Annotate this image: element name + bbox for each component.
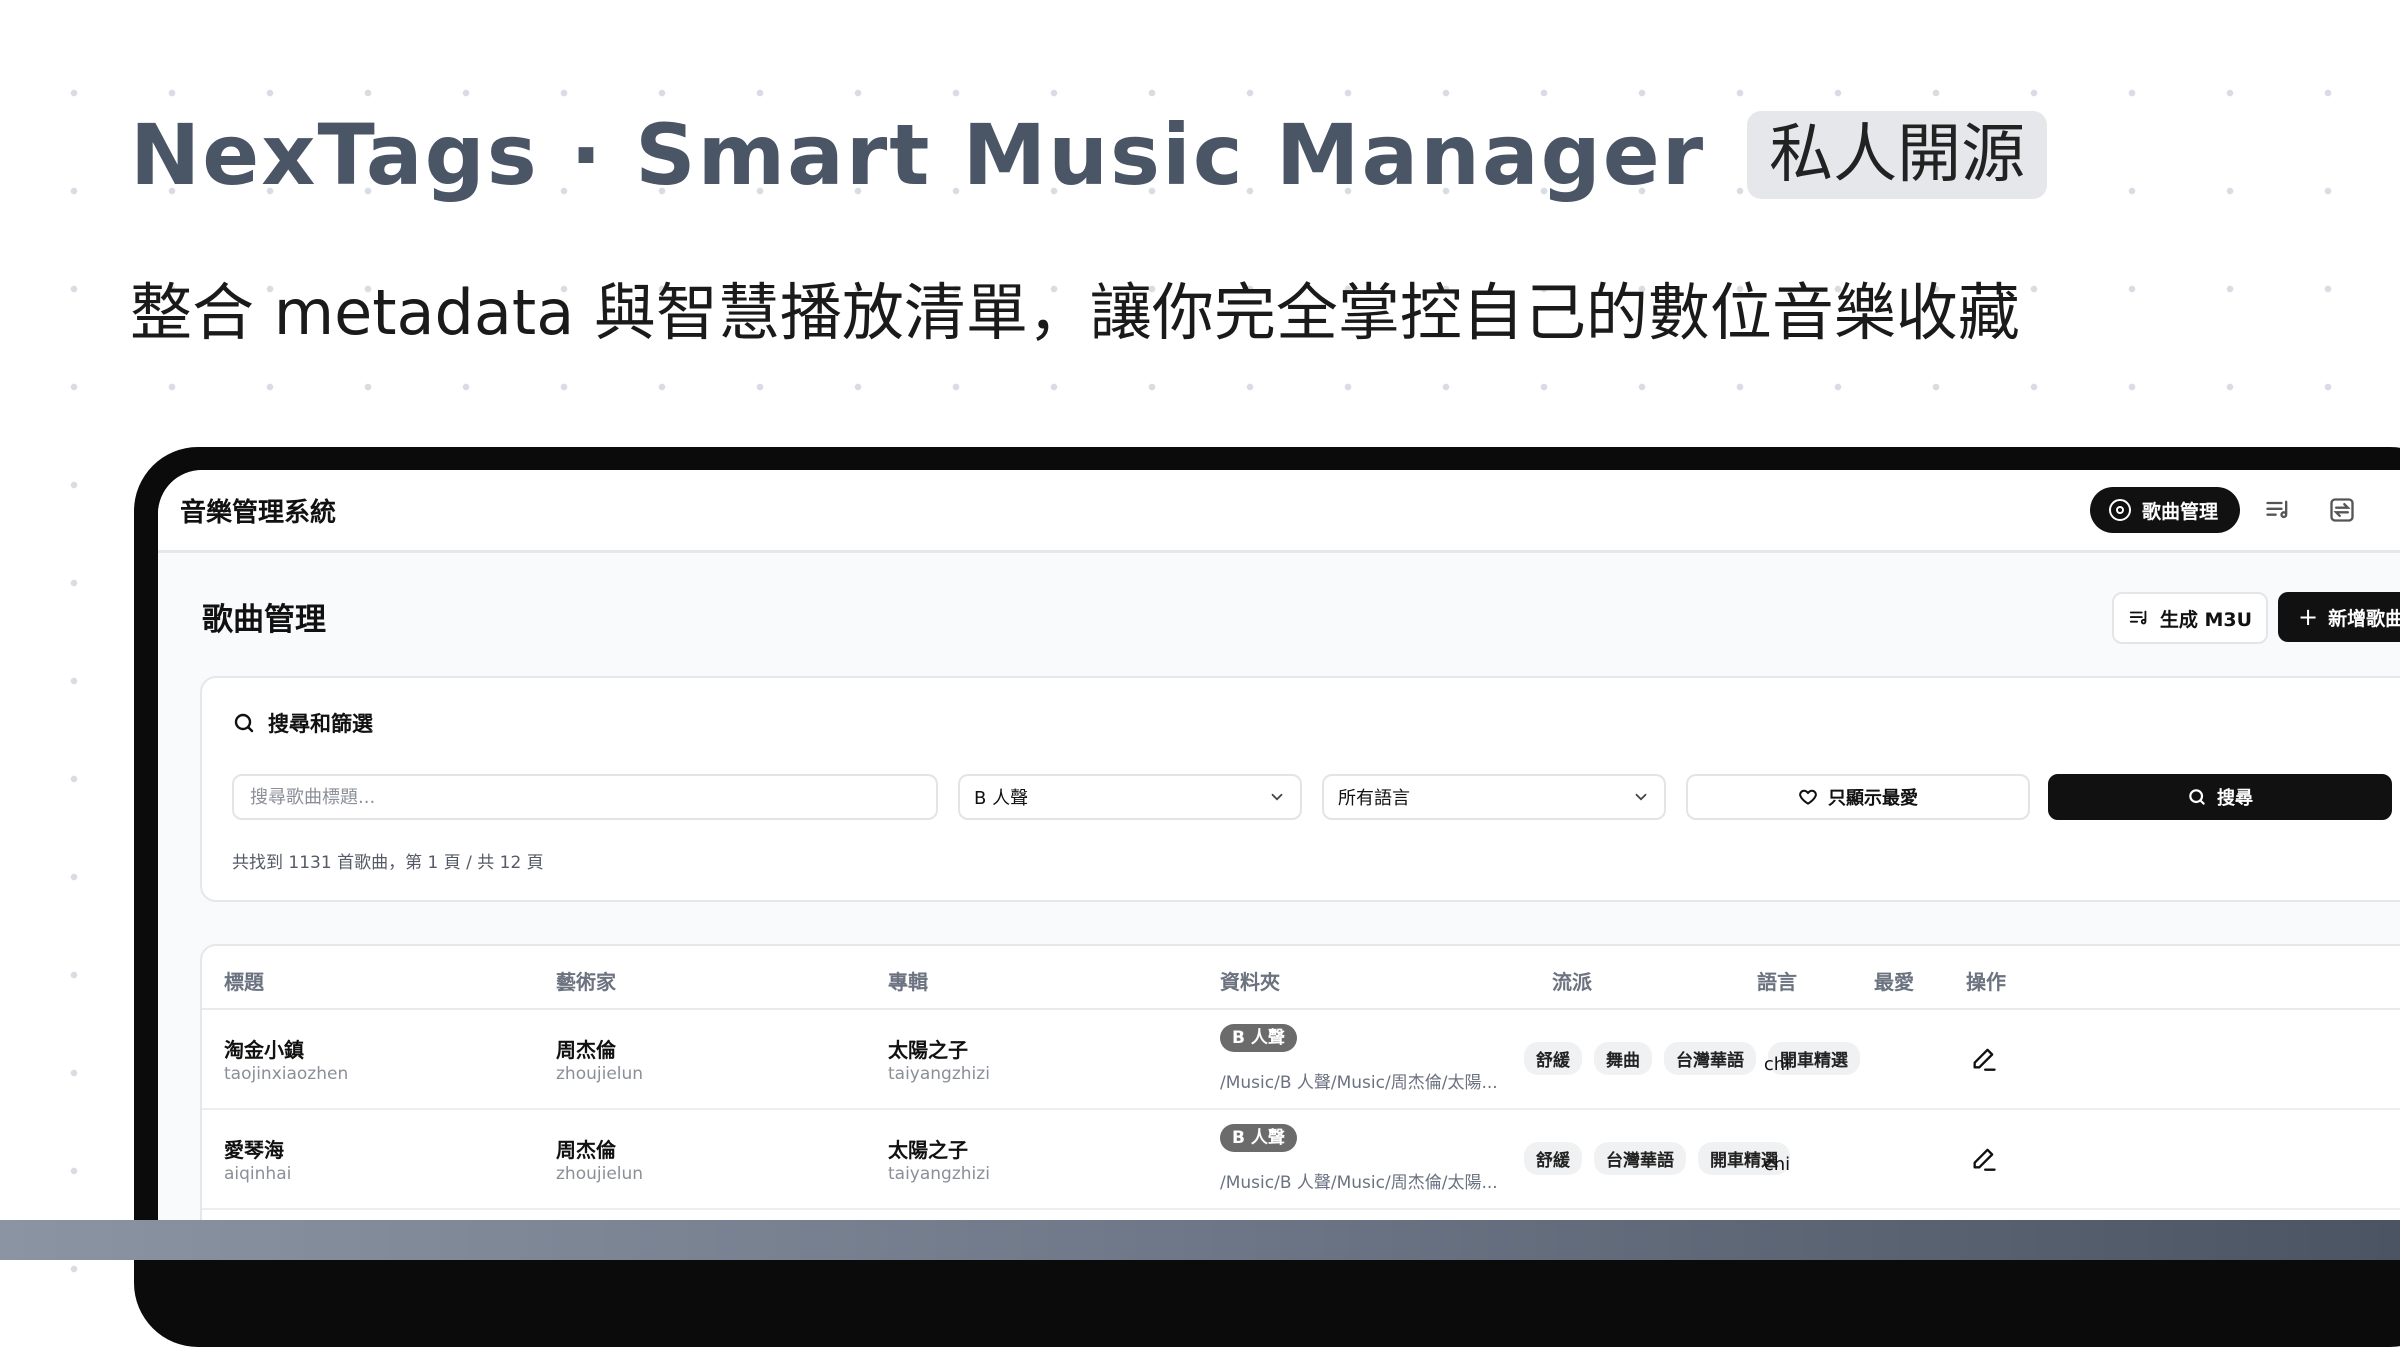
song-album: 太陽之子 — [888, 1138, 968, 1162]
edit-icon[interactable] — [1970, 1144, 1998, 1172]
playlist-icon[interactable] — [2264, 496, 2292, 524]
header-title[interactable]: 標題 — [224, 966, 264, 995]
song-title-pinyin: taojinxiaozhen — [224, 1064, 349, 1084]
folder-select[interactable]: B 人聲 — [958, 774, 1302, 820]
add-song-label: 新增歌曲 — [2328, 607, 2400, 630]
result-summary: 共找到 1131 首歌曲，第 1 頁 / 共 12 頁 — [232, 853, 544, 873]
song-title-pinyin: aiqinhai — [224, 1164, 292, 1184]
hero-subtitle: 整合 metadata 與智慧播放清單，讓你完全掌控自己的數位音樂收藏 — [130, 276, 2020, 349]
genre-tag: 台灣華語 — [1594, 1142, 1686, 1175]
plus-icon: + — [2298, 603, 2319, 631]
filter-card: 搜尋和篩選 B 人聲 所有語言 只顯示最愛 搜尋 共找到 1131 首歌曲，第 … — [200, 676, 2400, 902]
open-source-badge: 私人開源 — [1747, 111, 2048, 199]
app-header: 音樂管理系統 歌曲管理 — [158, 470, 2400, 553]
song-album-pinyin: taiyangzhizi — [888, 1064, 990, 1084]
header-album[interactable]: 專輯 — [888, 966, 928, 995]
generate-m3u-label: 生成 M3U — [2159, 608, 2253, 631]
genre-tag: 舒緩 — [1524, 1042, 1582, 1075]
table-row[interactable]: 愛琴海 aiqinhai 周杰倫 zhoujielun 太陽之子 taiyang… — [202, 1108, 2400, 1210]
song-language: chi — [1763, 1154, 1791, 1175]
song-artist-pinyin: zhoujielun — [556, 1164, 644, 1184]
search-input[interactable] — [248, 785, 922, 809]
edit-icon[interactable] — [1970, 1044, 1998, 1072]
song-artist-pinyin: zhoujielun — [556, 1064, 644, 1084]
folder-path: /Music/B 人聲/Music/周杰倫/太陽... — [1220, 1073, 1498, 1093]
song-title: 愛琴海 — [224, 1138, 284, 1162]
genre-tag: 台灣華語 — [1664, 1042, 1756, 1075]
folder-path: /Music/B 人聲/Music/周杰倫/太陽... — [1220, 1173, 1498, 1193]
table-row[interactable]: 淘金小鎮 taojinxiaozhen 周杰倫 zhoujielun 太陽之子 … — [202, 1008, 2400, 1110]
chevron-down-icon — [1271, 793, 1283, 801]
song-title: 淘金小鎮 — [224, 1038, 304, 1062]
header-language[interactable]: 語言 — [1757, 966, 1797, 995]
generate-m3u-button[interactable]: 生成 M3U — [2112, 592, 2268, 644]
hero-title: NexTags · Smart Music Manager — [130, 106, 1706, 204]
convert-icon[interactable] — [2328, 496, 2356, 524]
header-folder[interactable]: 資料夾 — [1220, 966, 1280, 995]
page-title: 歌曲管理 — [202, 602, 326, 638]
app-screen: 音樂管理系統 歌曲管理 歌曲管理 生成 M3U + 新增歌曲 搜尋和篩選 B 人… — [158, 470, 2400, 1230]
search-input-wrapper[interactable] — [232, 774, 938, 820]
table-header: 標題 藝術家 專輯 資料夾 流派 語言 最愛 操作 — [202, 946, 2400, 1010]
language-select-value: 所有語言 — [1338, 788, 1410, 809]
header-favorite[interactable]: 最愛 — [1874, 966, 1914, 995]
heart-icon — [1799, 789, 1817, 805]
nav-song-management[interactable]: 歌曲管理 — [2090, 487, 2241, 533]
filter-heading-label: 搜尋和篩選 — [268, 712, 373, 736]
bottom-gradient-band — [0, 1220, 2400, 1260]
search-icon — [2189, 789, 2205, 805]
genre-tag: 舞曲 — [1594, 1042, 1652, 1075]
add-song-button[interactable]: + 新增歌曲 — [2278, 592, 2400, 642]
favorites-only-toggle[interactable]: 只顯示最愛 — [1686, 774, 2030, 820]
language-select[interactable]: 所有語言 — [1322, 774, 1666, 820]
header-genre[interactable]: 流派 — [1552, 966, 1592, 995]
playlist-icon — [2129, 610, 2147, 625]
folder-badge: B 人聲 — [1220, 1024, 1297, 1052]
song-artist: 周杰倫 — [556, 1038, 616, 1062]
nav-song-management-label: 歌曲管理 — [2142, 500, 2219, 523]
header-artist[interactable]: 藝術家 — [556, 966, 616, 995]
search-button-label: 搜尋 — [2217, 788, 2253, 809]
song-album: 太陽之子 — [888, 1038, 968, 1062]
song-album-pinyin: taiyangzhizi — [888, 1164, 990, 1184]
chevron-down-icon — [1635, 793, 1647, 801]
songs-table: 標題 藝術家 專輯 資料夾 流派 語言 最愛 操作 淘金小鎮 taojinxia… — [200, 944, 2400, 1230]
app-title: 音樂管理系統 — [180, 498, 337, 528]
song-language: chi — [1763, 1054, 1791, 1075]
header-actions: 操作 — [1966, 970, 2006, 994]
genre-list: 舒緩 舞曲 台灣華語 開車精選 — [1524, 1042, 1860, 1075]
favorites-only-label: 只顯示最愛 — [1828, 788, 1918, 809]
folder-badge: B 人聲 — [1220, 1124, 1297, 1152]
disc-icon — [2109, 499, 2131, 521]
search-button[interactable]: 搜尋 — [2048, 774, 2392, 820]
song-artist: 周杰倫 — [556, 1138, 616, 1162]
search-icon — [234, 713, 254, 733]
filter-heading: 搜尋和篩選 — [232, 708, 373, 738]
folder-select-value: B 人聲 — [974, 788, 1029, 809]
genre-tag: 舒緩 — [1524, 1142, 1582, 1175]
hero-title-row: NexTags · Smart Music Manager 私人開源 — [130, 100, 2048, 210]
